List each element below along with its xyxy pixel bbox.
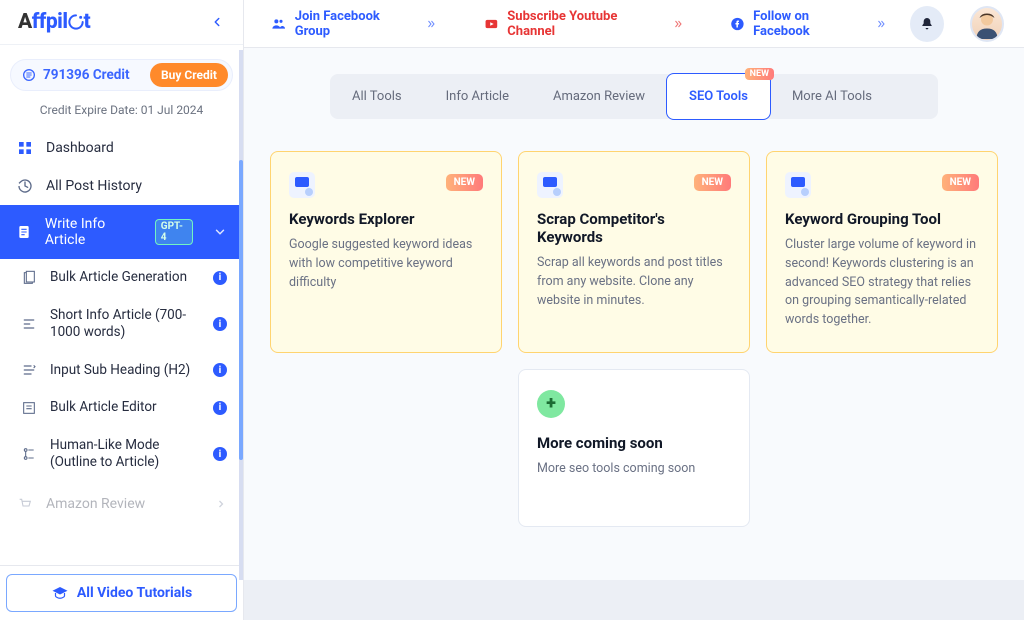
card-desc: Cluster large volume of keyword in secon… — [785, 236, 979, 330]
sidebar-sub-input-sub-heading[interactable]: Input Sub Heading (H2) i — [0, 352, 243, 390]
new-badge: NEW — [694, 174, 731, 191]
info-icon[interactable]: i — [213, 363, 227, 377]
youtube-icon — [483, 17, 500, 31]
card-title: Scrap Competitor's Keywords — [537, 210, 731, 246]
bell-icon — [919, 16, 935, 32]
sidebar-item-history[interactable]: All Post History — [0, 167, 243, 205]
subscribe-youtube-link[interactable]: Subscribe Youtube Channel — [477, 5, 692, 43]
credit-expire-text: Credit Expire Date: 01 Jul 2024 — [0, 103, 243, 117]
sidebar-item-write-info-article[interactable]: Write Info Article GPT-4 — [0, 205, 243, 259]
graduation-icon — [51, 584, 69, 602]
sidebar-item-label: Amazon Review — [46, 496, 145, 512]
document-icon — [16, 224, 33, 240]
dashboard-icon — [16, 140, 34, 156]
video-tutorials-label: All Video Tutorials — [77, 585, 192, 601]
chevron-right-icon — [424, 18, 438, 30]
sidebar-item-label: Human-Like Mode (Outline to Article) — [50, 437, 201, 472]
credit-bar: 791396 Credit Buy Credit — [10, 59, 233, 91]
history-icon — [16, 178, 34, 194]
card-title: More coming soon — [537, 434, 731, 452]
topbar: Join Facebook Group Subscribe Youtube Ch… — [244, 0, 1024, 48]
card-desc: More seo tools coming soon — [537, 460, 731, 479]
sidebar-sub-bulk-article-generation[interactable]: Bulk Article Generation i — [0, 259, 243, 297]
info-icon[interactable]: i — [213, 271, 227, 285]
card-desc: Google suggested keyword ideas with low … — [289, 236, 483, 292]
info-icon[interactable]: i — [213, 317, 227, 331]
sidebar: Affpilt 791396 Credit Buy Credit Credit … — [0, 0, 244, 620]
buy-credit-button[interactable]: Buy Credit — [150, 63, 228, 87]
group-icon — [270, 16, 287, 32]
sidebar-item-dashboard[interactable]: Dashboard — [0, 129, 243, 167]
sidebar-item-label: Short Info Article (700-1000 words) — [50, 307, 201, 342]
tool-icon — [289, 172, 315, 198]
tab-more-ai-tools[interactable]: More AI Tools — [770, 74, 894, 119]
sidebar-sub-human-like-mode[interactable]: Human-Like Mode (Outline to Article) i — [0, 427, 243, 482]
join-facebook-group-link[interactable]: Join Facebook Group — [264, 5, 444, 43]
outline-icon — [20, 446, 38, 462]
sidebar-item-label: All Post History — [46, 178, 142, 194]
card-keywords-explorer[interactable]: NEW Keywords Explorer Google suggested k… — [270, 151, 502, 353]
tab-seo-tools[interactable]: SEO Tools NEW — [666, 73, 771, 120]
plus-icon: + — [537, 390, 565, 418]
sidebar-item-label: Write Info Article — [45, 216, 143, 248]
video-tutorials-button[interactable]: All Video Tutorials — [6, 574, 237, 612]
card-title: Keywords Explorer — [289, 210, 483, 228]
card-desc: Scrap all keywords and post titles from … — [537, 254, 731, 310]
sidebar-sub-bulk-article-editor[interactable]: Bulk Article Editor i — [0, 389, 243, 427]
sidebar-collapse-button[interactable] — [205, 10, 229, 34]
tab-amazon-review[interactable]: Amazon Review — [531, 74, 667, 119]
gpt4-badge: GPT-4 — [155, 219, 193, 245]
bulk-icon — [20, 270, 38, 286]
info-icon[interactable]: i — [213, 401, 227, 415]
tool-icon — [785, 172, 811, 198]
info-icon[interactable]: i — [213, 447, 227, 461]
card-keyword-grouping-tool[interactable]: NEW Keyword Grouping Tool Cluster large … — [766, 151, 998, 353]
avatar-icon — [972, 9, 1002, 39]
notifications-button[interactable] — [910, 6, 944, 42]
sidebar-item-label: Input Sub Heading (H2) — [50, 362, 201, 380]
sidebar-item-label: Dashboard — [46, 140, 114, 156]
user-avatar[interactable] — [970, 6, 1004, 42]
facebook-icon — [730, 16, 745, 32]
follow-facebook-link[interactable]: Follow on Facebook — [724, 5, 894, 43]
card-title: Keyword Grouping Tool — [785, 210, 979, 228]
heading-icon — [20, 362, 38, 378]
sidebar-sub-short-info-article[interactable]: Short Info Article (700-1000 words) i — [0, 297, 243, 352]
sidebar-scrollbar[interactable] — [239, 50, 243, 580]
sidebar-item-label: Bulk Article Generation — [50, 269, 201, 287]
logo[interactable]: Affpilt — [18, 10, 90, 34]
tab-info-article[interactable]: Info Article — [424, 74, 531, 119]
tool-icon — [537, 172, 563, 198]
chevron-right-icon — [215, 498, 227, 510]
short-article-icon — [20, 316, 38, 332]
editor-icon — [20, 400, 38, 416]
tab-all-tools[interactable]: All Tools — [330, 74, 424, 119]
main-area: Join Facebook Group Subscribe Youtube Ch… — [244, 0, 1024, 620]
tool-tabs: All Tools Info Article Amazon Review SEO… — [330, 74, 938, 119]
chevron-down-icon — [213, 225, 227, 239]
chevron-right-icon — [874, 18, 888, 30]
card-scrap-competitor-keywords[interactable]: NEW Scrap Competitor's Keywords Scrap al… — [518, 151, 750, 353]
card-more-coming-soon: + More coming soon More seo tools coming… — [518, 369, 750, 527]
cart-icon — [16, 496, 34, 512]
chevron-right-icon — [671, 18, 685, 30]
footer-band — [244, 580, 1024, 620]
sidebar-item-label: Bulk Article Editor — [50, 399, 201, 417]
new-badge: NEW — [446, 174, 483, 191]
credit-amount: 791396 Credit — [43, 67, 150, 83]
credit-icon — [21, 67, 37, 83]
new-badge: NEW — [942, 174, 979, 191]
sidebar-item-amazon-review[interactable]: Amazon Review — [0, 482, 243, 523]
